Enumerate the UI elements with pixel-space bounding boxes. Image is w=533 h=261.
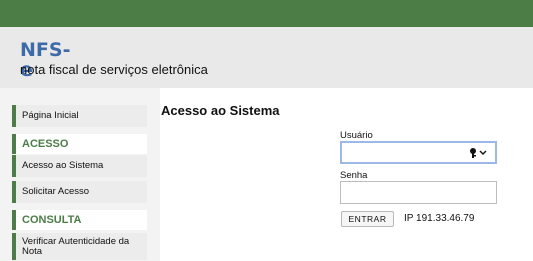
sidebar-item-solicitar-acesso[interactable]: Solicitar Acesso: [12, 181, 147, 203]
sidebar-section-acesso: ACESSO: [12, 134, 147, 154]
enter-button[interactable]: ENTRAR: [341, 211, 394, 227]
sidebar-item-label: Página Inicial: [22, 110, 79, 121]
sidebar-item-label: Solicitar Acesso: [22, 186, 90, 197]
sidebar-item-label: Acesso ao Sistema: [22, 160, 104, 171]
sidebar-section-title: CONSULTA: [22, 214, 82, 226]
ip-address: IP 191.33.46.79: [404, 213, 475, 224]
chevron-down-icon: [479, 150, 487, 155]
username-input[interactable]: [340, 141, 497, 164]
sidebar-section-consulta: CONSULTA: [12, 210, 147, 230]
username-label: Usuário: [340, 130, 373, 141]
sidebar-item-acesso-ao-sistema[interactable]: Acesso ao Sistema: [12, 155, 147, 177]
logo-tagline: nota fiscal de serviços eletrônica: [20, 62, 208, 77]
page-title: Acesso ao Sistema: [161, 103, 280, 118]
sidebar-item-verificar-autenticidade[interactable]: Verificar Autenticidade da Nota: [12, 233, 147, 260]
top-bar: [0, 0, 533, 27]
sidebar-item-label: Verificar Autenticidade da Nota: [22, 235, 130, 257]
password-input[interactable]: [340, 181, 497, 204]
password-label: Senha: [340, 170, 368, 181]
sidebar-section-title: ACESSO: [22, 138, 69, 150]
header-band: [0, 27, 533, 88]
key-icon[interactable]: [469, 147, 489, 159]
sidebar-item-pagina-inicial[interactable]: Página Inicial: [12, 105, 147, 127]
